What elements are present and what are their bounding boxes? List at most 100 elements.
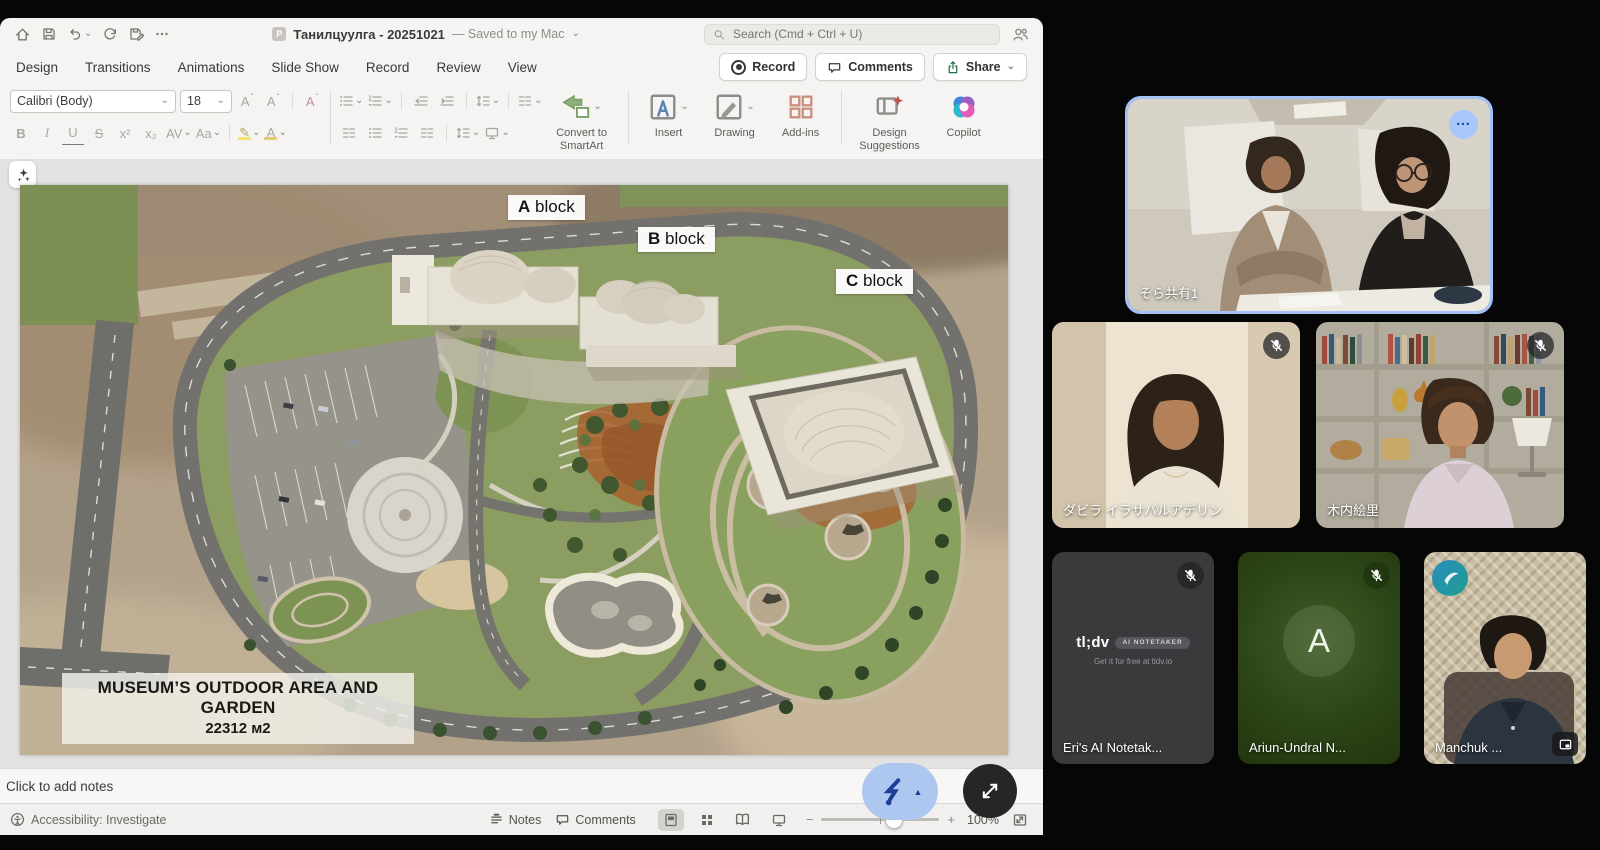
save-as-button[interactable] [128, 26, 144, 42]
accessibility-status[interactable]: Accessibility: Investigate [10, 812, 166, 827]
increase-font-button[interactable]: Aˆ [236, 90, 258, 113]
text-direction-button[interactable]: ⌄ [455, 122, 480, 145]
decrease-indent-button[interactable] [410, 90, 432, 113]
share-button[interactable]: Share ⌄ [933, 53, 1027, 81]
fit-slide-button[interactable] [1007, 809, 1033, 831]
tile-more-options-button[interactable]: … [1449, 110, 1478, 139]
chevron-down-icon[interactable]: ⌄ [571, 29, 579, 39]
more-commands-button[interactable] [154, 26, 170, 42]
tab-animations[interactable]: Animations [178, 60, 245, 75]
change-case-button[interactable]: Aa⌄ [196, 122, 221, 145]
tab-transitions[interactable]: Transitions [85, 60, 151, 75]
underline-button[interactable]: U [62, 121, 84, 145]
comments-icon [555, 812, 570, 827]
font-size-select[interactable]: 18⌄ [180, 90, 232, 113]
highlight-color-button[interactable]: ✎⌄ [238, 122, 260, 145]
tab-view[interactable]: View [508, 60, 537, 75]
chevron-down-icon: ⌄ [1007, 62, 1015, 72]
participant-tile-3[interactable]: tl;dv AI NOTETAKER Get it for free at tl… [1052, 552, 1214, 764]
comments-toggle[interactable]: Comments [555, 812, 635, 827]
quick-access-toolbar: ⌄ [14, 26, 170, 43]
label-b-block[interactable]: B block [638, 227, 715, 252]
comment-icon [827, 60, 842, 75]
search-box[interactable] [704, 24, 1000, 45]
reading-view-button[interactable] [730, 809, 756, 831]
tab-record[interactable]: Record [366, 60, 410, 75]
home-button[interactable] [14, 26, 31, 43]
zoom-out-button[interactable]: − [806, 812, 814, 827]
font-color-button[interactable]: A⌄ [264, 122, 286, 145]
share-people-icon[interactable] [1012, 26, 1029, 43]
superscript-button[interactable]: x² [114, 122, 136, 145]
slide-sorter-view-button[interactable] [694, 809, 720, 831]
undo-button[interactable]: ⌄ [67, 26, 92, 42]
tldv-logo: tl;dv [1076, 634, 1109, 651]
mic-muted-icon [1363, 562, 1390, 589]
strikethrough-button[interactable]: S [88, 122, 110, 145]
align-left-button[interactable] [338, 122, 360, 145]
ribbon-divider [841, 90, 842, 144]
justify-button[interactable] [416, 122, 438, 145]
slideshow-view-button[interactable] [766, 809, 792, 831]
saved-status[interactable]: — Saved to my Mac [452, 27, 565, 41]
zoom-in-button[interactable]: + [947, 812, 955, 827]
participant-name: そら共有1 [1139, 283, 1198, 302]
bullets-button[interactable]: ⌄ [338, 90, 363, 113]
participant-tile-5[interactable]: Manchuk ... [1424, 552, 1586, 764]
clear-formatting-button[interactable]: Aˇ [301, 90, 323, 113]
columns-button[interactable]: ⌄ [517, 90, 542, 113]
expand-button[interactable] [963, 764, 1017, 818]
participant-tile-1[interactable]: ダビラ イラサバルアデリン [1052, 322, 1300, 528]
tab-design[interactable]: Design [16, 60, 58, 75]
numbering-button[interactable]: ⌄ [367, 90, 392, 113]
convert-smartart-button[interactable]: ⌄ Convert to SmartArt [543, 88, 621, 152]
picture-in-picture-button[interactable] [1552, 732, 1578, 756]
chevron-down-icon[interactable]: ⌄ [84, 29, 92, 39]
label-c-block[interactable]: C block [836, 269, 913, 294]
font-name-select[interactable]: Calibri (Body)⌄ [10, 90, 176, 113]
label-a-block[interactable]: A block [508, 195, 585, 220]
subscript-button[interactable]: x₂ [140, 122, 162, 145]
drawing-button[interactable]: ⌄ Drawing [702, 88, 768, 140]
ribbon-divider [628, 90, 629, 144]
powerpoint-window: ⌄ P Танилцуулга - 20251021 — Saved to my… [0, 18, 1043, 835]
participant-name: ダビラ イラサバルアデリン [1063, 500, 1222, 519]
decrease-font-button[interactable]: Aˇ [262, 90, 284, 113]
align-center-button[interactable] [364, 122, 386, 145]
bold-button[interactable]: B [10, 122, 32, 145]
character-spacing-button[interactable]: AV⌄ [166, 122, 192, 145]
design-suggestions-button[interactable]: Design Suggestions [849, 88, 931, 152]
participant-tile-4[interactable]: A Ariun-Undral N... [1238, 552, 1400, 764]
align-right-button[interactable] [390, 122, 412, 145]
notes-toggle[interactable]: Notes [489, 812, 542, 827]
insert-button[interactable]: ⌄ Insert [636, 88, 702, 140]
record-button[interactable]: Record [719, 53, 807, 81]
slide-canvas[interactable]: A block B block C block MUSEUM’S OUTDOOR… [20, 185, 1008, 755]
tab-slide-show[interactable]: Slide Show [271, 60, 339, 75]
line-spacing-button[interactable]: ⌄ [475, 90, 500, 113]
addins-button[interactable]: Add-ins [768, 88, 834, 140]
slide-workspace: A block B block C block MUSEUM’S OUTDOOR… [0, 160, 1043, 768]
bolt-logo-icon [878, 777, 908, 807]
designer-sparkle-button[interactable] [9, 161, 36, 188]
meeting-assistant-button[interactable]: ▲ [862, 763, 938, 820]
redo-button[interactable] [102, 26, 118, 42]
view-switcher [658, 809, 792, 831]
comments-button[interactable]: Comments [815, 53, 925, 81]
mic-muted-icon [1177, 562, 1204, 589]
slide-caption[interactable]: MUSEUM’S OUTDOOR AREA AND GARDEN 22312 м… [62, 673, 414, 744]
normal-view-button[interactable] [658, 809, 684, 831]
participant-tile-featured[interactable]: … そら共有1 [1125, 96, 1493, 314]
tab-review[interactable]: Review [436, 60, 480, 75]
search-input[interactable] [731, 26, 991, 42]
participant-tile-2[interactable]: 木内絵里 [1316, 322, 1564, 528]
top-action-buttons: Record Comments Share ⌄ [719, 53, 1027, 81]
copilot-button[interactable]: Copilot [931, 88, 997, 140]
participant-video-frame [1052, 322, 1300, 528]
italic-button[interactable]: I [36, 122, 58, 145]
increase-indent-button[interactable] [436, 90, 458, 113]
save-button[interactable] [41, 26, 57, 42]
caret-up-icon[interactable]: ▲ [914, 787, 923, 797]
ribbon-divider [330, 90, 331, 144]
align-text-button[interactable]: ⌄ [484, 122, 509, 145]
